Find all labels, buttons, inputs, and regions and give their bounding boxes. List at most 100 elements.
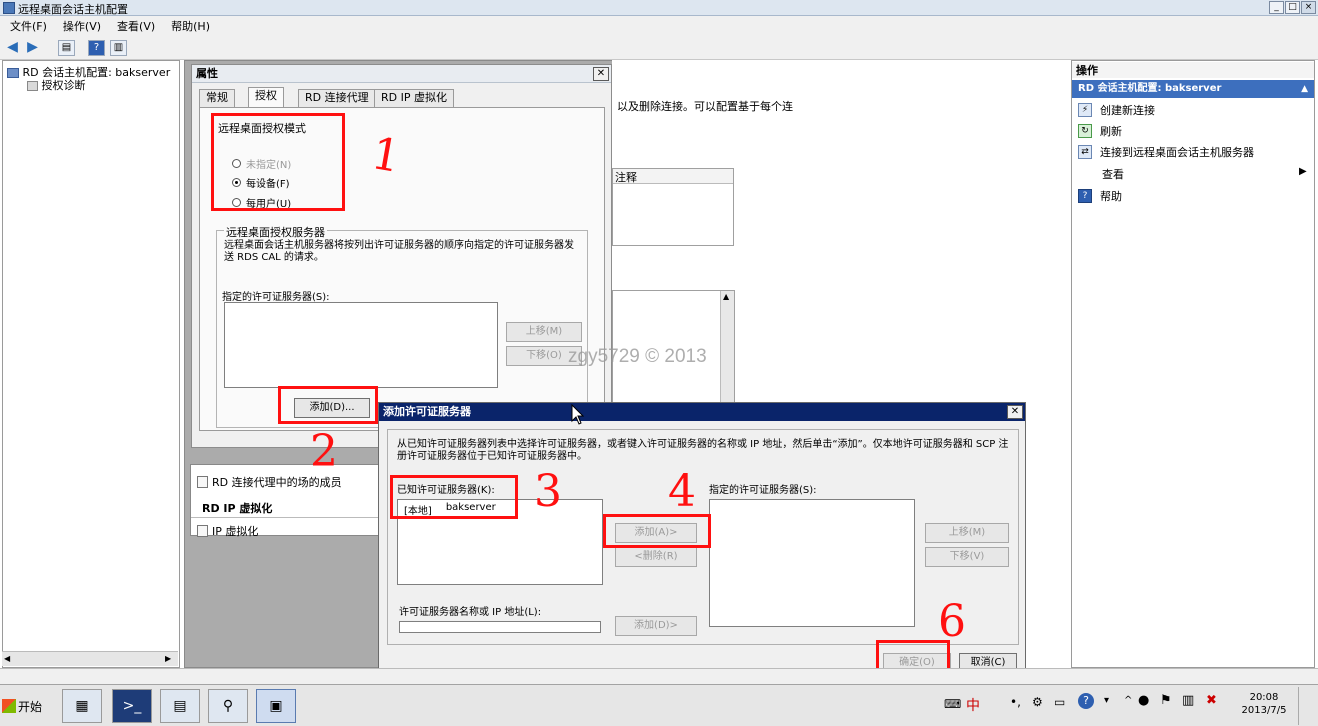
server-name-input[interactable]: [399, 621, 601, 633]
window-titlebar: 远程桌面会话主机配置 _ □ ×: [0, 0, 1318, 16]
server-connect-icon: ⇄: [1078, 145, 1092, 159]
action-pane-icon[interactable]: ▥: [110, 40, 127, 56]
status-bar: [0, 668, 1318, 684]
help-icon: ?: [1078, 189, 1092, 203]
close-button[interactable]: ×: [1301, 1, 1316, 14]
dialog-specified-label: 指定的许可证服务器(S):: [709, 485, 817, 496]
action-connect-server[interactable]: ⇄ 连接到远程桌面会话主机服务器: [1078, 144, 1254, 160]
add-name-button[interactable]: 添加(D)>: [615, 616, 697, 636]
action-label: 查看: [1102, 168, 1124, 181]
clock-time: 20:08: [1249, 692, 1279, 703]
action-label: 帮助: [1100, 190, 1122, 203]
windows-logo-icon: [2, 699, 16, 713]
add-dialog-close-icon[interactable]: ✕: [1007, 405, 1023, 419]
minimize-button[interactable]: _: [1269, 1, 1284, 14]
clock[interactable]: 20:08 2013/7/5: [1236, 691, 1292, 717]
network-icon[interactable]: ▥: [1182, 693, 1194, 708]
ip-virtualization-row[interactable]: IP 虚拟化: [197, 523, 258, 539]
annotation-box-3: [390, 475, 518, 519]
action-label: 连接到远程桌面会话主机服务器: [1100, 146, 1254, 159]
action-new-connection[interactable]: ⚡ 创建新连接: [1078, 102, 1155, 118]
computer-icon: [7, 68, 19, 78]
menu-bar: 文件(F) 操作(V) 查看(V) 帮助(H): [0, 16, 1318, 36]
console-tree: RD 会话主机配置: bakserver 授权诊断: [2, 60, 180, 668]
tree-item-licensing[interactable]: 授权诊断: [27, 77, 86, 93]
settings-icon[interactable]: ⚙: [1032, 695, 1043, 709]
volume-muted-icon[interactable]: ✖: [1206, 693, 1217, 708]
action-label: 刷新: [1100, 125, 1122, 138]
rd-settings-group: RD 连接代理中的场的成员 RD IP 虚拟化 IP 虚拟化: [190, 464, 380, 539]
document-icon: [197, 476, 208, 488]
powershell-icon[interactable]: >_: [112, 689, 152, 723]
column-comment[interactable]: 注释: [613, 169, 733, 184]
menu-view[interactable]: 查看(V): [117, 18, 155, 34]
add-dialog-description: 从已知许可证服务器列表中选择许可证服务器，或者键入许可证服务器的名称或 IP 地…: [397, 439, 1009, 462]
annotation-box-4: [603, 514, 711, 548]
search-icon[interactable]: ⚲: [208, 689, 248, 723]
show-desktop-button[interactable]: [1298, 687, 1314, 725]
annotation-box-1: [211, 113, 345, 211]
explorer-icon[interactable]: ▤: [160, 689, 200, 723]
rd-config-taskbar-icon[interactable]: ▣: [256, 689, 296, 723]
mouse-cursor-icon: [571, 404, 585, 425]
dialog-specified-list[interactable]: [709, 499, 915, 627]
actions-section-label: RD 会话主机配置: bakserver: [1078, 83, 1222, 94]
forward-icon[interactable]: ▶: [24, 40, 41, 56]
scroll-up-icon[interactable]: ▲: [723, 292, 729, 301]
tree-scrollbar[interactable]: ◀ ▶: [2, 651, 178, 666]
collapse-icon[interactable]: ▲: [1301, 80, 1308, 98]
dialog-move-down-button[interactable]: 下移(V): [925, 547, 1009, 567]
remove-from-list-button[interactable]: <删除(R): [615, 547, 697, 567]
tab-licensing[interactable]: 授权: [248, 87, 284, 107]
help-icon[interactable]: ?: [88, 40, 105, 56]
connection-icon: ⚡: [1078, 103, 1092, 117]
punctuation-icon[interactable]: •,: [1010, 695, 1021, 709]
menu-help[interactable]: 帮助(H): [171, 18, 210, 34]
action-view[interactable]: 查看: [1102, 166, 1124, 182]
help-icon[interactable]: ?: [1078, 693, 1094, 709]
actions-section[interactable]: RD 会话主机配置: bakserver ▲: [1072, 80, 1314, 98]
document-icon: [197, 525, 208, 537]
watermark: zgy5729 © 2013: [568, 346, 707, 367]
menu-action[interactable]: 操作(V): [63, 18, 101, 34]
tab-rd-broker[interactable]: RD 连接代理: [298, 89, 376, 107]
move-up-button[interactable]: 上移(M): [506, 322, 582, 342]
properties-close-icon[interactable]: ✕: [593, 67, 609, 81]
taskbar: 开始 ▦ >_ ▤ ⚲ ▣ ⌨ 中 •, ⚙ ▭ ? ▾ ^ ● ⚑ ▥ ✖ 2…: [0, 684, 1318, 726]
console-tree-icon[interactable]: ▤: [58, 40, 75, 56]
diagnostics-icon: [27, 81, 38, 91]
submenu-arrow-icon: ▶: [1299, 166, 1307, 177]
annotation-box-2: [278, 386, 378, 424]
tab-rd-ip[interactable]: RD IP 虚拟化: [374, 89, 454, 107]
specified-servers-label: 指定的许可证服务器(S):: [222, 292, 330, 303]
show-hidden-icons[interactable]: ^: [1124, 695, 1132, 706]
tray-icon[interactable]: ▭: [1054, 695, 1065, 709]
start-button[interactable]: 开始: [2, 692, 48, 720]
dialog-move-up-button[interactable]: 上移(M): [925, 523, 1009, 543]
add-dialog-title: 添加许可证服务器: [379, 403, 1025, 421]
tray-menu-icon[interactable]: ▾: [1104, 695, 1109, 706]
maximize-button[interactable]: □: [1285, 1, 1300, 14]
ip-virtualization-label: IP 虚拟化: [212, 525, 259, 538]
start-label: 开始: [18, 699, 43, 714]
tab-general[interactable]: 常规: [199, 89, 235, 107]
server-manager-icon[interactable]: ▦: [62, 689, 102, 723]
annotation-number-3: 3: [534, 466, 562, 517]
scroll-left-icon[interactable]: ◀: [4, 654, 14, 664]
clock-date: 2013/7/5: [1241, 705, 1287, 716]
action-label: 创建新连接: [1100, 104, 1155, 117]
back-icon[interactable]: ◀: [4, 40, 21, 56]
keyboard-icon[interactable]: ⌨: [944, 697, 961, 711]
menu-file[interactable]: 文件(F): [10, 18, 47, 34]
specified-servers-list[interactable]: [224, 302, 498, 388]
action-help[interactable]: ? 帮助: [1078, 188, 1122, 204]
action-refresh[interactable]: ↻ 刷新: [1078, 123, 1122, 139]
security-icon[interactable]: ●: [1138, 693, 1149, 708]
ime-icon[interactable]: 中: [966, 695, 980, 715]
license-server-description: 远程桌面会话主机服务器将按列出许可证服务器的顺序向指定的许可证服务器发送 RDS…: [224, 240, 574, 263]
refresh-icon: ↻: [1078, 124, 1092, 138]
flag-icon[interactable]: ⚑: [1160, 693, 1172, 708]
divider: [191, 517, 379, 518]
connections-list[interactable]: 注释: [612, 168, 734, 246]
scroll-right-icon[interactable]: ▶: [165, 654, 175, 664]
